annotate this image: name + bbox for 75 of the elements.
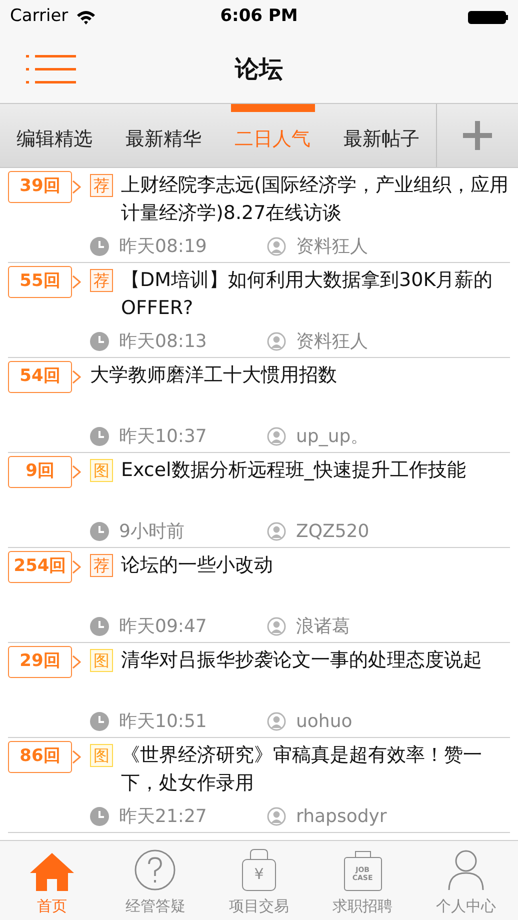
chevron-icon — [72, 560, 81, 574]
clock-icon — [90, 236, 109, 256]
user-icon — [267, 616, 286, 636]
reply-count: 254回 — [14, 555, 66, 578]
post-title: 清华对吕振华抄袭论文一事的处理态度说起 — [121, 648, 483, 673]
chevron-icon — [72, 655, 81, 669]
reply-count: 39回 — [20, 175, 60, 198]
post-row[interactable]: 54回 大学教师磨洋工十大惯用招数 昨天10:37 up_up。 — [8, 358, 510, 453]
post-author: rhapsodyr — [296, 804, 387, 828]
battery-icon — [468, 10, 508, 24]
user-icon — [267, 522, 286, 540]
carrier-label: Carrier — [10, 5, 68, 28]
post-tag: 荐 — [90, 269, 113, 292]
post-time: 昨天08:13 — [119, 330, 208, 354]
post-author: 资料狂人 — [296, 234, 368, 258]
menu-icon[interactable] — [26, 54, 76, 84]
post-author: ZQZ520 — [296, 520, 370, 544]
post-time: 昨天10:37 — [119, 424, 208, 448]
chevron-icon — [72, 275, 81, 289]
clock-icon — [90, 806, 109, 826]
reply-count: 86回 — [20, 745, 60, 768]
post-author: 浪诸葛 — [296, 614, 350, 638]
post-author: uohuo — [296, 710, 352, 734]
post-tag: 图 — [90, 649, 113, 672]
post-row[interactable]: 29回 图 清华对吕振华抄袭论文一事的处理态度说起 昨天10:51 uohuo — [8, 643, 510, 738]
clock-icon — [90, 616, 109, 636]
reply-count: 29回 — [20, 650, 60, 674]
user-icon — [267, 806, 286, 826]
reply-count: 55回 — [20, 270, 60, 294]
page-title: 论坛 — [235, 54, 283, 84]
post-row[interactable]: 39回 荐 上财经院李志远(国际经济学，产业组织，应用计量经济学)8.27在线访谈 昨天08:19 资料狂人 — [8, 168, 510, 263]
post-row[interactable]: 9回 图 Excel数据分析远程班_快速提升工作技能 9小时前 ZQZ520 — [8, 453, 510, 548]
user-icon — [267, 236, 286, 256]
clock-time: 6:06 PM — [220, 5, 298, 28]
post-title: 上财经院李志远(国际经济学，产业组织，应用计量经济学)8.27在线访谈 — [121, 173, 510, 226]
post-author: up_up。 — [296, 424, 369, 448]
wifi-icon — [76, 10, 96, 24]
post-row[interactable]: 254回 荐 论坛的一些小改动 昨天09:47 浪诸葛 — [8, 548, 510, 643]
post-tag: 荐 — [90, 174, 113, 197]
post-title: 【DM培训】如何利用大数据拿到30K月薪的OFFER? — [121, 268, 494, 321]
plus-icon — [463, 121, 492, 150]
category-tab[interactable]: 最新精华 — [109, 104, 218, 167]
chevron-icon — [72, 465, 81, 479]
clock-icon — [90, 332, 109, 350]
post-tag: 荐 — [90, 554, 113, 577]
post-title: 大学教师磨洋工十大惯用招数 — [90, 363, 338, 388]
category-tab[interactable]: 最新帖子 — [327, 104, 436, 167]
post-tag: 图 — [90, 459, 113, 482]
post-time: 昨天09:47 — [119, 614, 208, 638]
chevron-icon — [72, 750, 81, 764]
post-author: 资料狂人 — [296, 330, 368, 354]
post-title: 《世界经济研究》审稿真是超有效率！赞一下，处女作录用 — [121, 743, 483, 796]
user-icon — [267, 712, 286, 730]
chevron-icon — [72, 370, 81, 384]
chevron-icon — [72, 180, 81, 194]
user-icon — [267, 426, 286, 446]
post-time: 昨天10:51 — [119, 710, 208, 734]
post-tag: 图 — [90, 744, 113, 767]
post-time: 昨天21:27 — [119, 804, 208, 828]
category-tab[interactable]: 编辑精选 — [0, 104, 109, 167]
clock-icon — [90, 712, 109, 730]
post-row[interactable]: 86回 图 《世界经济研究》审稿真是超有效率！赞一下，处女作录用 昨天21:27 rhapsodyr — [8, 738, 510, 833]
post-title: 论坛的一些小改动 — [121, 553, 274, 578]
clock-icon — [90, 522, 109, 540]
home-icon — [28, 850, 75, 890]
reply-count: 9回 — [26, 460, 54, 484]
post-title: Excel数据分析远程班_快速提升工作技能 — [121, 458, 467, 483]
post-time: 9小时前 — [119, 520, 186, 544]
post-time: 昨天08:19 — [119, 234, 208, 258]
question-icon — [134, 848, 176, 890]
user-icon — [267, 332, 286, 350]
person-icon — [447, 848, 486, 890]
reply-count: 54回 — [20, 365, 60, 388]
post-row[interactable]: 55回 荐 【DM培训】如何利用大数据拿到30K月薪的OFFER? 昨天08:13 资料狂人 — [8, 263, 510, 358]
clock-icon — [90, 426, 109, 446]
